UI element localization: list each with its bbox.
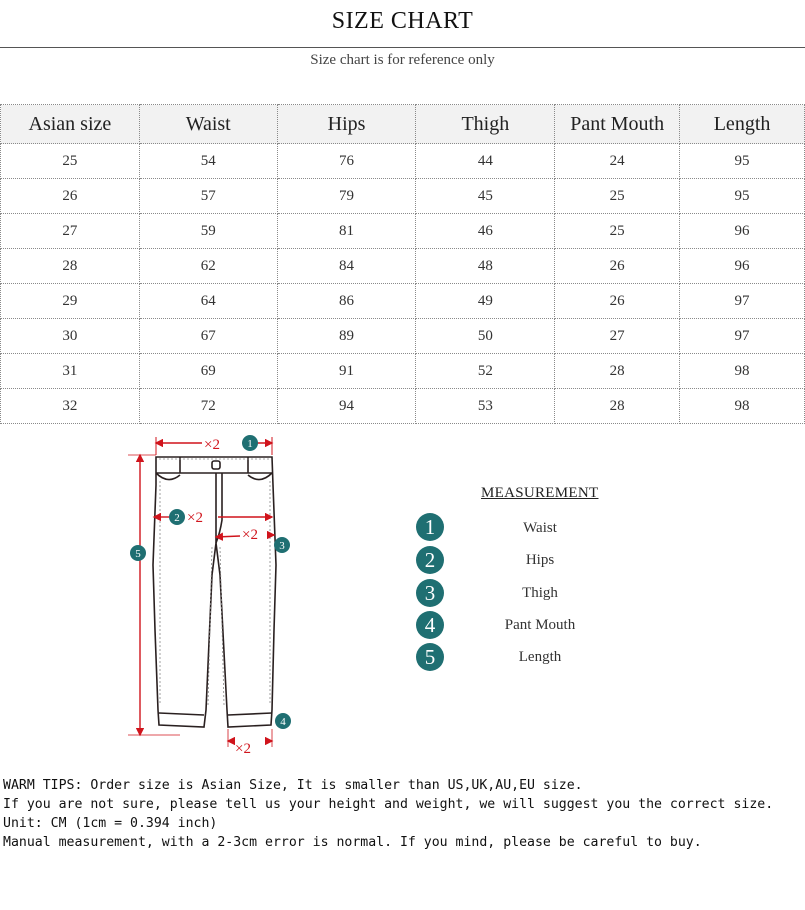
column-header: Length (679, 104, 805, 144)
table-cell: 28 (554, 353, 681, 389)
legend-item: 2 Hips (416, 546, 666, 576)
table-cell: 25 (554, 178, 681, 214)
hips-multiplier: ×2 (187, 510, 203, 526)
table-cell: 49 (415, 283, 556, 319)
table-cell: 26 (554, 283, 681, 319)
svg-text:5: 5 (135, 548, 141, 560)
number-badge-icon: 3 (416, 579, 444, 607)
table-cell: 67 (138, 318, 278, 354)
table-cell: 79 (276, 178, 417, 214)
table-cell: 72 (138, 388, 278, 424)
column-header: Hips (276, 104, 417, 144)
table-cell: 96 (679, 213, 805, 249)
table-cell: 44 (415, 143, 556, 179)
column-header: Waist (138, 104, 278, 144)
table-cell: 26 (554, 248, 681, 284)
table-row: 29 64 86 49 26 97 (0, 283, 805, 319)
tip-line: WARM TIPS: Order size is Asian Size, It … (3, 778, 583, 793)
number-badge-icon: 5 (416, 643, 444, 671)
table-cell: 25 (554, 213, 681, 249)
legend-item: 4 Pant Mouth (416, 611, 666, 641)
pants-outline (152, 456, 277, 728)
table-cell: 62 (138, 248, 278, 284)
size-table: Asian size Waist Hips Thigh Pant Mouth Length… (0, 104, 805, 424)
warm-tips: WARM TIPS: Order size is Asian Size, It … (3, 776, 773, 852)
table-cell: 64 (138, 283, 278, 319)
table-row: 27 59 81 46 25 96 (0, 213, 805, 249)
table-cell: 24 (554, 143, 681, 179)
table-cell: 26 (0, 178, 140, 214)
table-row: 26 57 79 45 25 95 (0, 178, 805, 214)
table-cell: 69 (138, 353, 278, 389)
table-cell: 28 (554, 388, 681, 424)
table-cell: 32 (0, 388, 140, 424)
waist-multiplier: ×2 (204, 437, 220, 453)
table-cell: 98 (679, 353, 805, 389)
table-cell: 57 (138, 178, 278, 214)
legend-item: 3 Thigh (416, 579, 666, 609)
table-cell: 97 (679, 283, 805, 319)
table-row: 30 67 89 50 27 97 (0, 318, 805, 354)
table-cell: 27 (554, 318, 681, 354)
table-header-row: Asian size Waist Hips Thigh Pant Mouth Length (0, 104, 805, 144)
table-cell: 84 (276, 248, 417, 284)
table-row: 28 62 84 48 26 96 (0, 248, 805, 284)
table-cell: 97 (679, 318, 805, 354)
table-cell: 76 (276, 143, 417, 179)
legend-item: 5 Length (416, 643, 666, 673)
tip-line: If you are not sure, please tell us your… (3, 797, 774, 812)
table-cell: 25 (0, 143, 140, 179)
legend-label: Length (518, 649, 562, 665)
table-cell: 31 (0, 353, 140, 389)
table-cell: 96 (679, 248, 805, 284)
table-cell: 46 (415, 213, 556, 249)
table-cell: 30 (0, 318, 140, 354)
table-cell: 29 (0, 283, 140, 319)
table-row: 25 54 76 44 24 95 (0, 143, 805, 179)
legend-item: 1 Waist (416, 513, 666, 543)
table-cell: 52 (415, 353, 556, 389)
column-header: Pant Mouth (554, 104, 681, 144)
table-cell: 95 (679, 178, 805, 214)
table-cell: 81 (276, 213, 417, 249)
svg-text:2: 2 (174, 512, 180, 524)
number-badge-icon: 4 (416, 611, 444, 639)
legend-label: Hips (525, 552, 555, 568)
title-divider (0, 47, 805, 48)
legend-label: Thigh (522, 585, 558, 601)
svg-text:3: 3 (279, 540, 285, 552)
table-row: 31 69 91 52 28 98 (0, 353, 805, 389)
table-cell: 89 (276, 318, 417, 354)
page-title: SIZE CHART (331, 8, 474, 34)
pants-diagram: ×2 1 2 ×2 ×2 3 5 4 ×2 (120, 425, 310, 765)
table-cell: 50 (415, 318, 556, 354)
tip-line: Manual measurement, with a 2-3cm error i… (3, 835, 702, 850)
svg-text:4: 4 (280, 716, 286, 728)
table-cell: 86 (276, 283, 417, 319)
tip-line: Unit: CM (1cm = 0.394 inch) (3, 816, 218, 831)
pant-mouth-multiplier: ×2 (235, 741, 251, 757)
number-badge-icon: 2 (416, 546, 444, 574)
table-cell: 28 (0, 248, 140, 284)
table-cell: 45 (415, 178, 556, 214)
table-cell: 27 (0, 213, 140, 249)
table-cell: 95 (679, 143, 805, 179)
column-header: Asian size (0, 104, 140, 144)
measurement-title: MEASUREMENT (481, 485, 599, 501)
legend-label: Pant Mouth (504, 617, 576, 633)
table-row: 32 72 94 53 28 98 (0, 388, 805, 424)
thigh-multiplier: ×2 (242, 527, 258, 543)
legend-label: Waist (523, 520, 557, 536)
table-cell: 91 (276, 353, 417, 389)
table-cell: 54 (138, 143, 278, 179)
svg-text:1: 1 (247, 438, 253, 450)
page-subtitle: Size chart is for reference only (310, 52, 495, 68)
table-cell: 53 (415, 388, 556, 424)
number-badge-icon: 1 (416, 513, 444, 541)
table-cell: 98 (679, 388, 805, 424)
table-cell: 94 (276, 388, 417, 424)
table-cell: 48 (415, 248, 556, 284)
table-cell: 59 (138, 213, 278, 249)
column-header: Thigh (415, 104, 556, 144)
